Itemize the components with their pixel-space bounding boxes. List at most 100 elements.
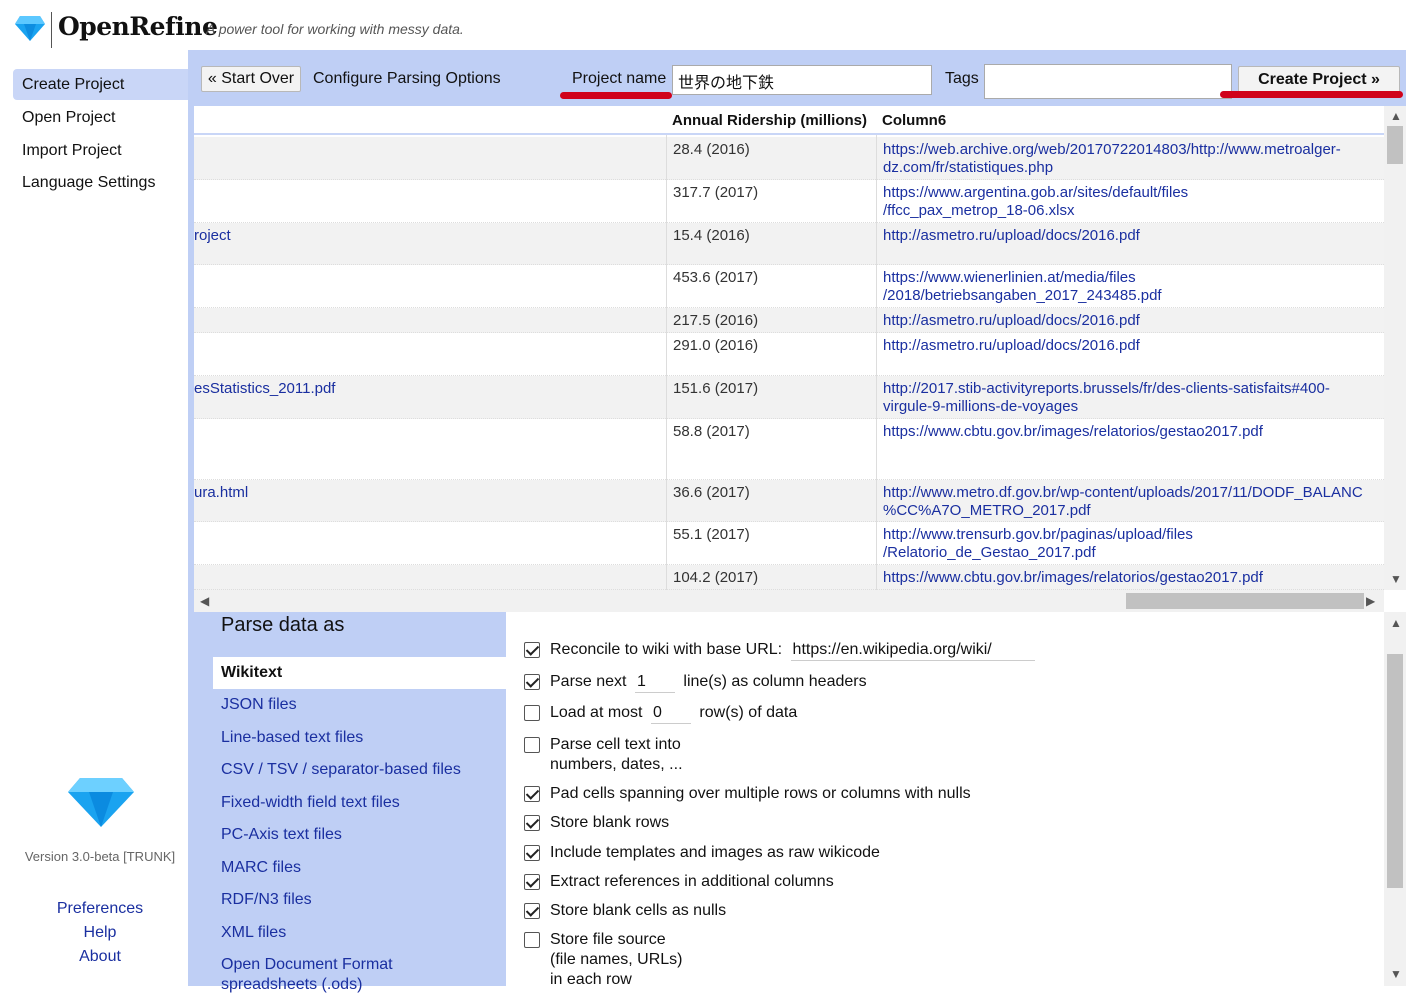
blank-cells-null-checkbox[interactable] <box>524 903 540 919</box>
table-row: 104.2 (2017) https://www.cbtu.gov.br/ima… <box>194 565 1384 590</box>
version-text: Version 3.0-beta [TRUNK] <box>24 849 176 864</box>
cell-url-line[interactable]: http://asmetro.ru/upload/docs/2016.pdf <box>883 337 1140 355</box>
cell-ridership: 217.5 (2016) <box>673 312 759 329</box>
cell-url[interactable]: https://www.cbtu.gov.br/images/relatorio… <box>883 423 1263 441</box>
cell-url-line[interactable]: %CC%A7O_METRO_2017.pdf <box>883 502 1363 520</box>
cell-ridership: 104.2 (2017) <box>673 569 759 586</box>
cell-url-line[interactable]: http://asmetro.ru/upload/docs/2016.pdf <box>883 312 1140 330</box>
load-at-most-label: Load at most <box>550 704 643 721</box>
annotation-underline-project-name <box>560 92 672 99</box>
cell-url[interactable]: https://web.archive.org/web/201707220148… <box>883 141 1341 177</box>
store-file-source-line3: in each row <box>550 971 632 988</box>
cell-url[interactable]: http://www.metro.df.gov.br/wp-content/up… <box>883 484 1363 520</box>
options-scroll-down-icon[interactable]: ▼ <box>1390 967 1402 981</box>
format-marc[interactable]: MARC files <box>213 852 506 884</box>
extract-references-checkbox[interactable] <box>524 874 540 890</box>
format-ods[interactable]: Open Document Format spreadsheets (.ods) <box>213 949 506 995</box>
app-name[interactable]: OpenRefine <box>58 12 218 41</box>
cell-left[interactable]: ura.html <box>194 484 248 502</box>
cell-url[interactable]: https://www.argentina.gob.ar/sites/defau… <box>883 184 1188 220</box>
format-pc-axis[interactable]: PC-Axis text files <box>213 819 506 851</box>
cell-ridership: 58.8 (2017) <box>673 423 750 440</box>
nav-create-project[interactable]: Create Project <box>13 69 188 100</box>
nav-language-settings[interactable]: Language Settings <box>13 167 188 198</box>
cell-url-line[interactable]: https://www.cbtu.gov.br/images/relatorio… <box>883 569 1263 587</box>
tags-input[interactable] <box>984 64 1232 99</box>
include-templates-checkbox[interactable] <box>524 845 540 861</box>
project-name-input[interactable]: 世界の地下鉄 <box>672 65 932 95</box>
parse-cell-text-checkbox[interactable] <box>524 737 540 753</box>
parse-next-label: Parse next <box>550 673 627 690</box>
cell-url-line[interactable]: https://www.wienerlinien.at/media/files <box>883 269 1162 287</box>
cell-url[interactable]: http://www.trensurb.gov.br/paginas/uploa… <box>883 526 1193 562</box>
cell-url-line[interactable]: virgule-9-millions-de-voyages <box>883 398 1330 416</box>
nav-import-project[interactable]: Import Project <box>13 135 188 166</box>
horizontal-scroll-thumb[interactable] <box>1126 593 1364 609</box>
cell-url-line[interactable]: http://2017.stib-activityreports.brussel… <box>883 380 1330 398</box>
table-row: 317.7 (2017) https://www.argentina.gob.a… <box>194 180 1384 223</box>
annotation-underline-create-project <box>1220 91 1403 98</box>
openrefine-logo-icon[interactable] <box>14 14 46 42</box>
load-at-most-suffix: row(s) of data <box>699 704 798 721</box>
format-line-based[interactable]: Line-based text files <box>213 722 506 754</box>
load-at-most-checkbox[interactable] <box>524 705 540 721</box>
cell-url[interactable]: http://asmetro.ru/upload/docs/2016.pdf <box>883 227 1140 245</box>
create-project-button[interactable]: Create Project » <box>1238 66 1400 93</box>
preview-vertical-scrollbar[interactable]: ▲ ▼ <box>1384 106 1406 590</box>
cell-url-line[interactable]: https://www.cbtu.gov.br/images/relatorio… <box>883 423 1263 441</box>
cell-left[interactable]: roject <box>194 227 231 245</box>
column-header-ridership[interactable]: Annual Ridership (millions) <box>667 106 877 135</box>
format-wikitext[interactable]: Wikitext <box>213 657 506 689</box>
scroll-left-arrow-icon[interactable]: ◀ <box>200 594 209 608</box>
vertical-scroll-thumb[interactable] <box>1387 126 1403 164</box>
format-json[interactable]: JSON files <box>213 689 506 721</box>
format-ods-line2[interactable]: spreadsheets (.ods) <box>221 975 506 995</box>
about-link[interactable]: About <box>0 948 200 966</box>
parse-cell-text-line2: numbers, dates, ... <box>550 756 683 773</box>
cell-url[interactable]: http://2017.stib-activityreports.brussel… <box>883 380 1330 416</box>
cell-url-line[interactable]: https://web.archive.org/web/201707220148… <box>883 141 1341 159</box>
cell-url[interactable]: https://www.cbtu.gov.br/images/relatorio… <box>883 569 1263 587</box>
header-lines-input[interactable]: 1 <box>634 672 675 693</box>
format-rdf-n3[interactable]: RDF/N3 files <box>213 884 506 916</box>
format-ods-line1[interactable]: Open Document Format <box>221 955 506 975</box>
start-over-button[interactable]: « Start Over <box>201 66 301 92</box>
options-scroll-up-icon[interactable]: ▲ <box>1390 616 1402 630</box>
cell-url-line[interactable]: /ffcc_pax_metrop_18-06.xlsx <box>883 202 1188 220</box>
cell-url-line[interactable]: http://asmetro.ru/upload/docs/2016.pdf <box>883 227 1140 245</box>
options-scrollbar[interactable]: ▲ ▼ <box>1384 612 1406 986</box>
cell-url[interactable]: http://asmetro.ru/upload/docs/2016.pdf <box>883 312 1140 330</box>
scroll-up-arrow-icon[interactable]: ▲ <box>1390 109 1402 123</box>
format-csv-tsv[interactable]: CSV / TSV / separator-based files <box>213 754 506 786</box>
cell-url[interactable]: http://asmetro.ru/upload/docs/2016.pdf <box>883 337 1140 355</box>
row-limit-input[interactable]: 0 <box>650 703 691 724</box>
options-scroll-thumb[interactable] <box>1387 654 1403 888</box>
store-file-source-checkbox[interactable] <box>524 932 540 948</box>
preview-horizontal-scrollbar[interactable]: ◀ ▶ <box>194 590 1384 612</box>
format-xml[interactable]: XML files <box>213 917 506 949</box>
cell-url-line[interactable]: /2018/betriebsangaben_2017_243485.pdf <box>883 287 1162 305</box>
option-pad-cells: Pad cells spanning over multiple rows or… <box>524 784 971 804</box>
store-blank-rows-checkbox[interactable] <box>524 815 540 831</box>
cell-url-line[interactable]: https://www.argentina.gob.ar/sites/defau… <box>883 184 1188 202</box>
nav-open-project[interactable]: Open Project <box>13 102 188 133</box>
reconcile-checkbox[interactable] <box>524 642 540 658</box>
column-header-column6[interactable]: Column6 <box>877 106 1384 135</box>
option-include-templates: Include templates and images as raw wiki… <box>524 843 880 863</box>
preferences-link[interactable]: Preferences <box>0 900 200 918</box>
format-fixed-width[interactable]: Fixed-width field text files <box>213 787 506 819</box>
scroll-down-arrow-icon[interactable]: ▼ <box>1390 572 1402 586</box>
help-link[interactable]: Help <box>0 924 200 942</box>
cell-left[interactable]: esStatistics_2011.pdf <box>194 380 335 398</box>
table-row: esStatistics_2011.pdf 151.6 (2017) http:… <box>194 376 1384 419</box>
scroll-right-arrow-icon[interactable]: ▶ <box>1366 594 1375 608</box>
cell-url[interactable]: https://www.wienerlinien.at/media/files /… <box>883 269 1162 305</box>
parse-next-checkbox[interactable] <box>524 674 540 690</box>
cell-url-line[interactable]: dz.com/fr/statistiques.php <box>883 159 1341 177</box>
cell-url-line[interactable]: /Relatorio_de_Gestao_2017.pdf <box>883 544 1193 562</box>
parsing-toolbar: « Start Over Configure Parsing Options P… <box>188 50 1406 106</box>
pad-cells-checkbox[interactable] <box>524 786 540 802</box>
base-url-input[interactable]: https://en.wikipedia.org/wiki/ <box>790 640 1035 661</box>
cell-url-line[interactable]: http://www.metro.df.gov.br/wp-content/up… <box>883 484 1363 502</box>
cell-url-line[interactable]: http://www.trensurb.gov.br/paginas/uploa… <box>883 526 1193 544</box>
